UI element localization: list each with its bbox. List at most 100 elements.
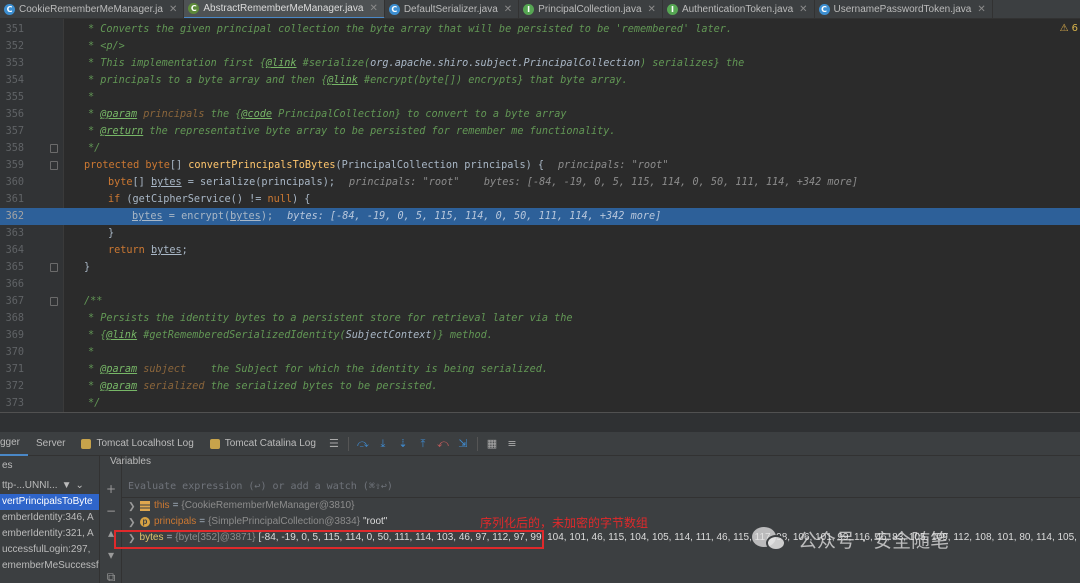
fold-icon[interactable] [50, 263, 58, 272]
keyword: byte [108, 177, 133, 188]
line-number: 367 [5, 296, 24, 307]
comment-text: #serialize( [296, 58, 371, 69]
fold-icon[interactable] [50, 161, 58, 170]
close-icon[interactable]: ✕ [977, 4, 985, 15]
code-text: (getCipherService() != [120, 194, 268, 205]
inline-debug-hint: principals: "root" [558, 160, 669, 171]
code-editor[interactable]: ⚠ 6 351 * Converts the given principal col… [0, 19, 1080, 412]
force-step-into-icon[interactable]: ⇣ [395, 436, 411, 452]
tab-abstract-remember-me-manager[interactable]: C AbstractRememberMeManager.java ✕ [184, 0, 385, 18]
code-text: bytes = encrypt(bytes); bytes: [-84, -19,… [132, 208, 661, 225]
tab-default-serializer[interactable]: C DefaultSerializer.java ✕ [385, 0, 520, 18]
param-name: serialized [137, 381, 205, 392]
run-to-cursor-icon[interactable]: ⇲ [455, 436, 471, 452]
code-line: 357 * @return the representative byte arr… [0, 123, 1080, 140]
move-down-icon[interactable]: ▾ [100, 544, 122, 566]
add-watch-icon[interactable]: + [100, 478, 122, 500]
code-text: * Converts the given principal collectio… [88, 24, 733, 35]
copy-icon[interactable]: ⧉ [100, 566, 122, 583]
stack-frame[interactable]: emberIdentity:346, A [0, 510, 99, 526]
code-line: 365} [0, 259, 1080, 276]
expand-arrow-icon[interactable]: ❯ [128, 498, 140, 514]
code-line: 355 * [0, 89, 1080, 106]
comment-text: the serialized bytes to be persisted. [204, 381, 438, 392]
close-icon[interactable]: ✕ [169, 4, 177, 15]
remove-watch-icon[interactable]: − [100, 500, 122, 522]
variable: bytes [230, 211, 261, 222]
code-text: if (getCipherService() != null) { [108, 191, 310, 208]
code-text: * @return the representative byte array … [88, 123, 616, 140]
code-text: } [84, 262, 91, 273]
code-text: */ [88, 398, 101, 409]
code-line: 356 * @param principals the {@code Princi… [0, 106, 1080, 123]
close-icon[interactable]: ✕ [369, 3, 377, 14]
fold-icon[interactable] [50, 144, 58, 153]
javadoc-tag: @return [100, 126, 144, 137]
code-text: */ [88, 143, 101, 154]
step-out-icon[interactable]: ⤒ [415, 436, 431, 452]
tab-principal-collection[interactable]: I PrincipalCollection.java ✕ [519, 0, 663, 18]
code-line: 371 * @param subject the Subject for whic… [0, 361, 1080, 378]
line-number: 352 [5, 41, 24, 52]
thread-selector[interactable]: ttp-...UNNI... ▼ ⌄ [0, 476, 99, 494]
tab-authentication-token[interactable]: I AuthenticationToken.java ✕ [663, 0, 815, 18]
tab-tomcat-localhost-log[interactable]: Tomcat Localhost Log [73, 432, 201, 456]
javadoc-tag: @link [327, 75, 358, 86]
variable: bytes [150, 245, 182, 256]
evaluate-expression-input[interactable]: Evaluate expression (↩) or add a watch (… [122, 476, 1080, 498]
code-line: 359 protected byte[] convertPrincipalsToB… [0, 157, 1080, 174]
editor-tab-bar: C CookieRememberMeManager.ja ✕ C Abstrac… [0, 0, 1080, 19]
variable-name: principals [154, 516, 197, 527]
tab-debugger[interactable]: gger [0, 432, 29, 456]
close-icon[interactable]: ✕ [504, 4, 512, 15]
settings-icon[interactable]: ≡ [504, 436, 520, 452]
comment-text: the [719, 58, 745, 69]
evaluate-icon[interactable]: ▦ [484, 436, 500, 452]
fold-icon[interactable] [50, 297, 58, 306]
variable-value: "root" [363, 516, 388, 527]
tab-tomcat-catalina-log[interactable]: Tomcat Catalina Log [202, 432, 324, 456]
code-line: 354 * principals to a byte array and then… [0, 72, 1080, 89]
parameter-icon: p [140, 517, 150, 527]
tab-server[interactable]: Server [28, 432, 73, 456]
comment-link-text: org.apache.shiro.subject.PrincipalCollec… [370, 58, 641, 69]
expand-arrow-icon[interactable]: ❯ [128, 530, 136, 546]
variable-row-this[interactable]: ❯ this = {CookieRememberMeManager@3810} [122, 498, 1080, 514]
move-up-icon[interactable]: ▴ [100, 522, 122, 544]
chevron-down-icon[interactable]: ⌄ [75, 480, 83, 491]
code-text: /** [84, 296, 103, 307]
javadoc-tag: @param [100, 109, 138, 120]
javadoc-tag: @param [100, 381, 138, 392]
tab-username-password-token[interactable]: C UsernamePasswordToken.java ✕ [815, 0, 993, 18]
step-into-icon[interactable]: ⤓ [375, 436, 391, 452]
tab-label: AuthenticationToken.java [681, 4, 794, 15]
comment-text: * This implementation first { [88, 58, 266, 69]
line-number: 372 [5, 381, 24, 392]
code-line: 352 * <p/> [0, 38, 1080, 55]
stack-frame[interactable]: emberIdentity:321, A [0, 526, 99, 542]
stack-frame[interactable]: vertPrincipalsToByte [0, 494, 99, 510]
tomcat-icon [81, 438, 92, 449]
close-icon[interactable]: ✕ [648, 4, 656, 15]
line-number: 357 [5, 126, 24, 137]
filter-icon[interactable]: ▼ [62, 480, 72, 491]
javadoc-tag: @param [100, 364, 138, 375]
stack-frame[interactable]: ememberMeSuccessfu [0, 558, 99, 574]
param-name: subject [137, 364, 187, 375]
step-over-icon[interactable]: ⤼ [355, 436, 371, 452]
code-text: protected byte[] convertPrincipalsToByte… [84, 157, 668, 174]
panel-splitter[interactable] [0, 412, 1080, 432]
keyword: return [108, 245, 145, 256]
drop-frame-icon[interactable]: ⤺ [435, 436, 451, 452]
annotation-label: 序列化后的，未加密的字节数组 [480, 516, 649, 530]
comment-text: the representative byte array to be pers… [143, 126, 616, 137]
variable-value: [-84, -19, 0, 5, 115, 114, 0, 50, 111, 1… [258, 532, 1080, 543]
close-icon[interactable]: ✕ [799, 4, 807, 15]
interface-file-icon: I [666, 4, 678, 15]
tab-cookie-remember-me-manager[interactable]: C CookieRememberMeManager.ja ✕ [0, 0, 185, 18]
stack-frame[interactable]: uccessfulLogin:297, [0, 542, 99, 558]
variable: bytes [150, 177, 182, 188]
code-line: 360 byte[] bytes = serialize(principals);… [0, 174, 1080, 191]
expand-arrow-icon[interactable]: ❯ [128, 514, 140, 530]
menu-icon[interactable]: ☰ [326, 436, 342, 452]
